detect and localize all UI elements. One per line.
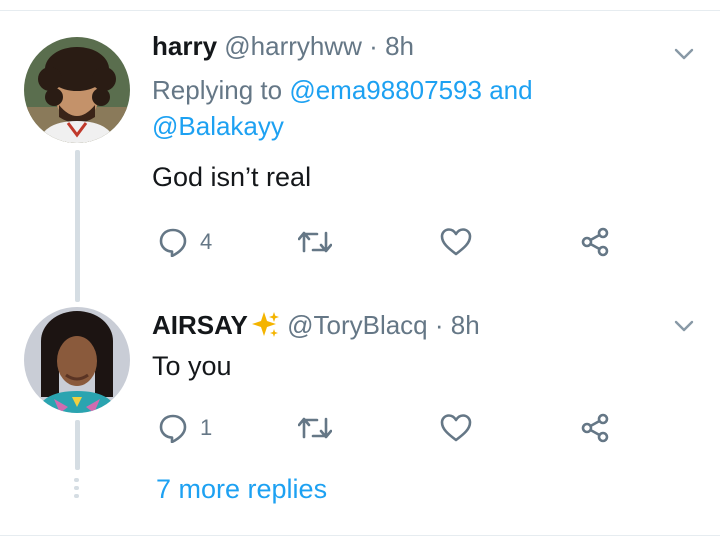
retweet-button[interactable]	[298, 408, 332, 448]
tweet-header: AIRSAY @ToryBlacq · 8h	[152, 309, 720, 341]
avatar[interactable]	[24, 37, 130, 143]
reply-button[interactable]: 1	[158, 408, 212, 448]
author-handle[interactable]: @ToryBlacq	[287, 310, 428, 340]
timestamp[interactable]: 8h	[385, 31, 414, 61]
retweet-icon	[298, 417, 332, 439]
replying-to: Replying to @ema98807593 and @Balakayy	[152, 72, 720, 144]
sparkles-icon	[251, 312, 279, 337]
tweet-text: To you	[152, 351, 232, 381]
more-replies-link[interactable]: 7 more replies	[156, 474, 327, 505]
speech-bubble-icon	[159, 414, 187, 443]
reply-button[interactable]: 4	[158, 222, 212, 262]
like-button[interactable]	[440, 408, 472, 448]
mention-link[interactable]: @ema98807593	[289, 75, 482, 105]
share-icon	[581, 227, 609, 257]
thread-line	[75, 420, 80, 470]
reply-count: 4	[200, 229, 213, 254]
author-handle[interactable]: @harryhww	[224, 31, 362, 61]
bottom-divider	[0, 535, 720, 536]
chevron-down-icon[interactable]	[672, 42, 696, 66]
share-icon	[581, 413, 609, 443]
chevron-down-icon[interactable]	[672, 314, 696, 338]
author-name[interactable]: harry	[152, 31, 217, 61]
share-button[interactable]	[580, 408, 610, 448]
heart-icon	[440, 414, 472, 442]
reply-count: 1	[200, 415, 213, 440]
thread-line	[75, 150, 80, 302]
timestamp[interactable]: 8h	[451, 310, 480, 340]
avatar[interactable]	[24, 307, 130, 413]
replying-to-and[interactable]: and	[489, 75, 532, 105]
top-divider	[0, 10, 720, 11]
author-name[interactable]: AIRSAY	[152, 310, 248, 340]
share-button[interactable]	[580, 222, 610, 262]
like-button[interactable]	[440, 222, 472, 262]
tweet[interactable]: harry @harryhww · 8h Replying to @ema988…	[152, 30, 720, 194]
tweet-text: God isn’t real	[152, 162, 312, 192]
retweet-icon	[298, 231, 332, 253]
tweet[interactable]: AIRSAY @ToryBlacq · 8h To you	[152, 309, 720, 383]
replying-to-prefix: Replying to	[152, 75, 283, 105]
heart-icon	[440, 228, 472, 256]
tweet-header: harry @harryhww · 8h	[152, 30, 720, 62]
tweet-actions: 4	[152, 222, 622, 262]
mention-link[interactable]: @Balakayy	[152, 111, 284, 141]
thread-dots	[74, 478, 80, 502]
speech-bubble-icon	[159, 228, 187, 257]
separator: ·	[434, 310, 444, 340]
tweet-actions: 1	[152, 408, 622, 448]
separator: ·	[369, 31, 378, 61]
retweet-button[interactable]	[298, 222, 332, 262]
